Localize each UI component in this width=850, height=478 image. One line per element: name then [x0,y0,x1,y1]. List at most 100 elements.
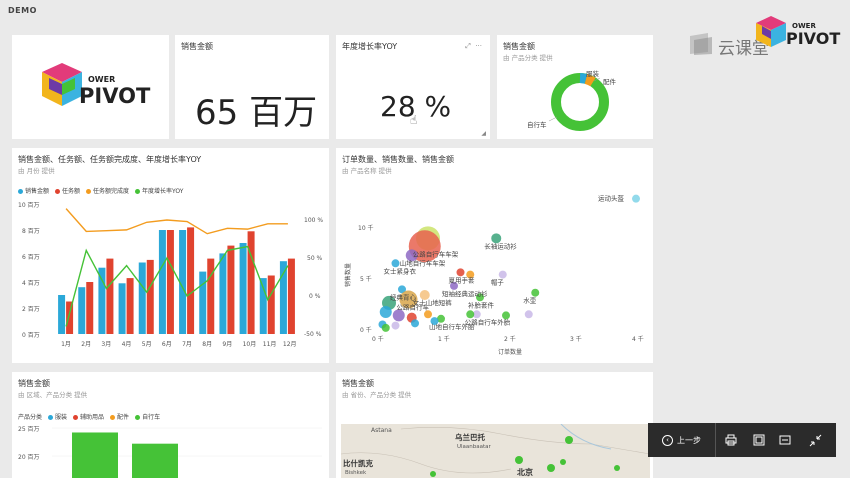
bar-bike[interactable] [72,432,118,478]
scatter-point-label: 女士紧身衣 [384,266,417,275]
y-tick-label: 0 千 [360,326,372,334]
bar-target[interactable] [287,258,295,334]
dashboard-title: DEMO [8,6,37,15]
bar-bike[interactable] [132,443,178,478]
scatter-tile[interactable]: 订单数量、销售数量、销售金额 由 产品名称 提供 10 千 5 千 0 千 销售… [336,148,653,363]
donut-label-accessory: 配件 [603,77,617,86]
bar-target[interactable] [106,258,114,334]
map-marker [560,459,566,465]
y2-tick-label: -50 % [304,331,322,338]
legend-item[interactable]: 自行车 [135,412,160,421]
kpi-growth-tile[interactable]: 年度增长率YOY ⤢ ··· 28 % ☝ ◢ [336,35,490,139]
bar-target[interactable] [126,278,134,334]
legend-item[interactable]: 年度增长率YOY [135,186,183,195]
y-tick-label: 20 百万 [18,454,40,461]
resize-handle-icon[interactable]: ◢ [481,130,486,137]
scatter-point-label: 公路自行车 [397,303,430,312]
x-tick-label: 9月 [222,341,232,348]
bar-sales[interactable] [239,243,247,334]
bar-target[interactable] [267,275,275,335]
kpi-growth-title: 年度增长率YOY [342,42,398,51]
scatter-point[interactable] [632,194,640,203]
scatter-point[interactable] [391,259,400,268]
legend-item[interactable]: 销售金额 [18,186,49,195]
exit-fullscreen-button[interactable] [798,423,832,457]
bar-target[interactable] [86,282,94,334]
bar-sales[interactable] [78,287,86,334]
bar-sales[interactable] [58,295,66,334]
x-tick-label: 7月 [182,341,192,348]
x-tick-label: 4 千 [632,335,644,343]
scatter-point[interactable] [498,270,507,279]
scatter-point[interactable] [391,321,400,330]
bar-sales[interactable] [199,271,207,334]
legend-item[interactable]: 配件 [110,412,129,421]
region-bar-title: 销售金额 [18,379,50,388]
legend-item[interactable]: 任务额完成度 [86,186,129,195]
donut-label-bike: 自行车 [527,120,547,129]
tile-actions[interactable]: ⤢ ··· [465,42,482,51]
y2-tick-label: 100 % [304,217,323,224]
fit-width-button[interactable] [772,423,798,457]
presentation-nav-bar: ‹ 上一步 [648,423,836,457]
scatter-point[interactable] [411,319,419,328]
map-view[interactable]: Astana 乌兰巴托 Ulaanbaatar 比什凯克 Bishkek 北京 [341,424,650,478]
bar-target[interactable] [207,258,215,334]
x-axis-label: 订单数量 [498,348,522,356]
region-legend: 产品分类 服装 辅助用品 配件 自行车 [18,412,160,421]
more-options-icon[interactable]: ··· [475,42,482,50]
donut-segment-bike [551,73,609,131]
scatter-point[interactable] [381,323,390,332]
y2-tick-label: 50 % [307,255,323,262]
scatter-point[interactable] [466,310,475,319]
region-bar-tile[interactable]: 销售金额 由 区域、产品分类 提供 产品分类 服装 辅助用品 配件 自行车 25… [12,372,329,478]
y-tick-label: 10 千 [358,224,374,232]
bar-target[interactable] [146,259,154,334]
scatter-title: 订单数量、销售数量、销售金额 [342,155,454,164]
donut-tile[interactable]: 销售金额 由 产品分类 提供 服装 配件 自行车 [497,35,653,139]
legend-item[interactable]: 服装 [48,412,67,421]
back-button[interactable]: ‹ 上一步 [648,423,716,457]
map-label-beijing: 北京 [517,467,533,477]
donut-segment-clothing [579,73,588,84]
bar-target[interactable] [166,230,174,334]
x-tick-label: 3 千 [570,335,582,343]
bar-sales[interactable] [98,267,106,334]
expand-icon[interactable]: ⤢ [465,42,471,50]
y-tick-label: 6 百万 [22,254,40,261]
legend-title: 产品分类 [18,414,43,421]
bar-target[interactable] [247,231,255,334]
cube-logo-icon [756,16,786,47]
combo-subtitle: 由 月份 提供 [18,167,55,175]
y-tick-label: 0 百万 [22,332,40,339]
y-tick-label: 8 百万 [22,228,40,235]
kpi-sales-tile[interactable]: 销售金额 65 百万 [175,35,329,139]
logo-tile[interactable]: OWER PIVOT [12,35,169,139]
scatter-point[interactable] [524,310,533,319]
x-tick-label: 4月 [122,341,132,348]
bar-sales[interactable] [138,262,146,335]
y-axis-label: 销售数量 [344,263,352,287]
scatter-point[interactable] [379,306,392,318]
line-completion[interactable] [65,208,288,235]
scatter-point[interactable] [531,288,540,297]
bar-sales[interactable] [118,283,126,334]
bar-target[interactable] [187,227,195,334]
fit-to-page-icon [753,434,765,446]
scatter-point[interactable] [456,268,465,277]
map-marker [565,436,573,444]
scatter-point-label: 山地自行车外胎 [429,322,475,331]
map-background: Astana 乌兰巴托 Ulaanbaatar 比什凯克 Bishkek 北京 [341,424,650,478]
donut-label-clothing: 服装 [586,69,600,78]
print-button[interactable] [716,423,746,457]
combo-chart-tile[interactable]: 销售金额、任务额、任务额完成度、年度增长率YOY 由 月份 提供 销售金额 任务… [12,148,329,363]
bar-target[interactable] [227,245,235,334]
fit-page-button[interactable] [746,423,772,457]
kpi-sales-value: 65 百万 [195,93,318,133]
bar-sales[interactable] [158,230,166,334]
bar-sales[interactable] [219,253,227,334]
legend-item[interactable]: 辅助用品 [73,412,104,421]
logo-brand-top: OWER [88,75,116,84]
legend-item[interactable]: 任务额 [55,186,80,195]
map-label-bishkek: 比什凯克 [343,458,373,468]
